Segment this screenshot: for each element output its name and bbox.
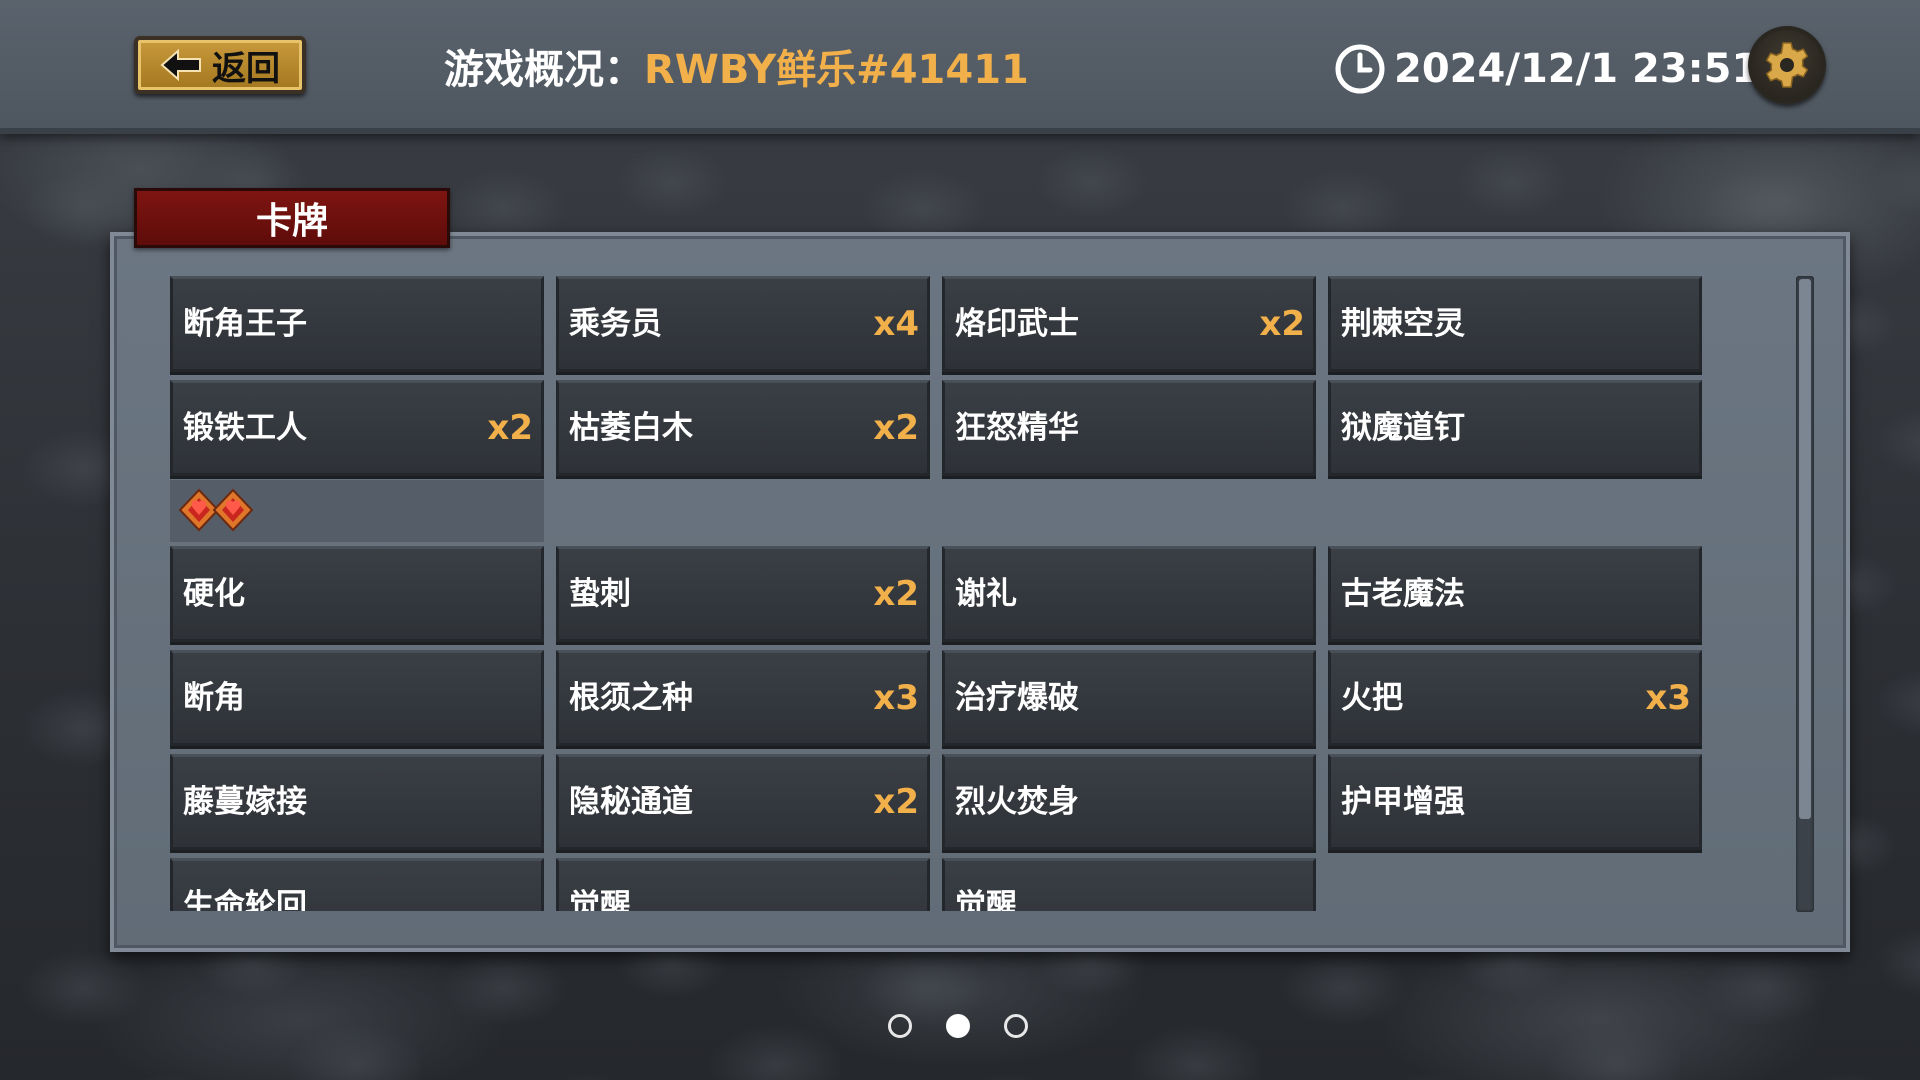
- title-label: 游戏概况：: [444, 47, 644, 93]
- card-item[interactable]: 锻铁工人 x2: [170, 380, 544, 476]
- card-name: 乘务员: [569, 306, 662, 342]
- card-name: 古老魔法: [1341, 576, 1465, 612]
- clock-icon: [1335, 44, 1385, 94]
- card-name: 锻铁工人: [183, 410, 307, 446]
- scrollbar-thumb[interactable]: [1799, 279, 1811, 819]
- card-name: 治疗爆破: [955, 680, 1079, 716]
- card-name: 根须之种: [569, 680, 693, 716]
- page-dot-2[interactable]: [946, 1014, 970, 1038]
- card-item[interactable]: 断角王子: [170, 276, 544, 372]
- page-indicator: [884, 1008, 1036, 1044]
- page-dot-3[interactable]: [1004, 1014, 1028, 1038]
- card-item[interactable]: 狱魔道钉: [1328, 380, 1702, 476]
- card-name: 烙印武士: [955, 306, 1079, 342]
- card-name: 断角: [183, 680, 245, 716]
- card-item[interactable]: 隐秘通道 x2: [556, 754, 930, 850]
- card-name: 谢礼: [955, 576, 1017, 612]
- card-name: 荆棘空灵: [1341, 306, 1465, 342]
- card-name: 护甲增强: [1341, 784, 1465, 820]
- card-count: x2: [873, 574, 919, 614]
- game-name: RWBY鲜乐#41411: [644, 47, 1029, 93]
- card-name: 藤蔓嫁接: [183, 784, 307, 820]
- card-item[interactable]: 蛰刺 x2: [556, 546, 930, 642]
- card-grid[interactable]: 断角王子 乘务员 x4 烙印武士 x2 荆棘空灵 锻铁工人 x2 枯萎白木 x2…: [170, 276, 1704, 911]
- card-item[interactable]: 生命轮回: [170, 858, 544, 911]
- card-name: 狱魔道钉: [1341, 410, 1465, 446]
- red-gem-icon: [212, 488, 254, 532]
- card-item[interactable]: 古老魔法: [1328, 546, 1702, 642]
- back-label: 返回: [212, 48, 280, 89]
- card-name: 隐秘通道: [569, 784, 693, 820]
- card-name: 觉醒: [569, 888, 631, 911]
- card-item[interactable]: 硬化: [170, 546, 544, 642]
- page-title: 游戏概况：RWBY鲜乐#41411: [444, 40, 1029, 100]
- card-count: x3: [1645, 678, 1691, 718]
- datetime-text: 2024/12/1 23:51: [1394, 46, 1760, 92]
- card-item[interactable]: 觉醒: [556, 858, 930, 911]
- card-item[interactable]: 觉醒: [942, 858, 1316, 911]
- card-item[interactable]: 火把 x3: [1328, 650, 1702, 746]
- card-item[interactable]: 谢礼: [942, 546, 1316, 642]
- card-count: x4: [873, 304, 919, 344]
- card-item[interactable]: 枯萎白木 x2: [556, 380, 930, 476]
- card-name: 硬化: [183, 576, 245, 612]
- card-enchant-row: [170, 480, 544, 542]
- card-name: 觉醒: [955, 888, 1017, 911]
- card-count: x2: [487, 408, 533, 448]
- card-item[interactable]: 护甲增强: [1328, 754, 1702, 850]
- scrollbar[interactable]: [1796, 276, 1814, 912]
- card-name: 狂怒精华: [955, 410, 1079, 446]
- card-item[interactable]: 烙印武士 x2: [942, 276, 1316, 372]
- card-item[interactable]: 荆棘空灵: [1328, 276, 1702, 372]
- card-count: x2: [1259, 304, 1305, 344]
- card-name: 生命轮回: [183, 888, 307, 911]
- card-item[interactable]: 乘务员 x4: [556, 276, 930, 372]
- datetime-display: 2024/12/1 23:51: [1334, 42, 1759, 96]
- card-name: 断角王子: [183, 306, 307, 342]
- card-name: 火把: [1341, 680, 1403, 716]
- card-name: 烈火焚身: [955, 784, 1079, 820]
- tab-cards[interactable]: 卡牌: [134, 188, 450, 248]
- card-item[interactable]: 藤蔓嫁接: [170, 754, 544, 850]
- card-count: x3: [873, 678, 919, 718]
- card-count: x2: [873, 782, 919, 822]
- card-item[interactable]: 治疗爆破: [942, 650, 1316, 746]
- gear-icon: [1765, 42, 1809, 88]
- top-bar: 返回 游戏概况：RWBY鲜乐#41411 2024/12/1 23:51: [0, 0, 1920, 134]
- card-name: 枯萎白木: [569, 410, 693, 446]
- card-name: 蛰刺: [569, 576, 631, 612]
- card-count: x2: [873, 408, 919, 448]
- page-dot-1[interactable]: [888, 1014, 912, 1038]
- card-item[interactable]: 狂怒精华: [942, 380, 1316, 476]
- settings-button[interactable]: [1748, 26, 1826, 104]
- back-arrow-icon: [160, 48, 201, 82]
- card-item[interactable]: 烈火焚身: [942, 754, 1316, 850]
- card-item[interactable]: 断角: [170, 650, 544, 746]
- card-item[interactable]: 根须之种 x3: [556, 650, 930, 746]
- back-button[interactable]: 返回: [134, 36, 306, 94]
